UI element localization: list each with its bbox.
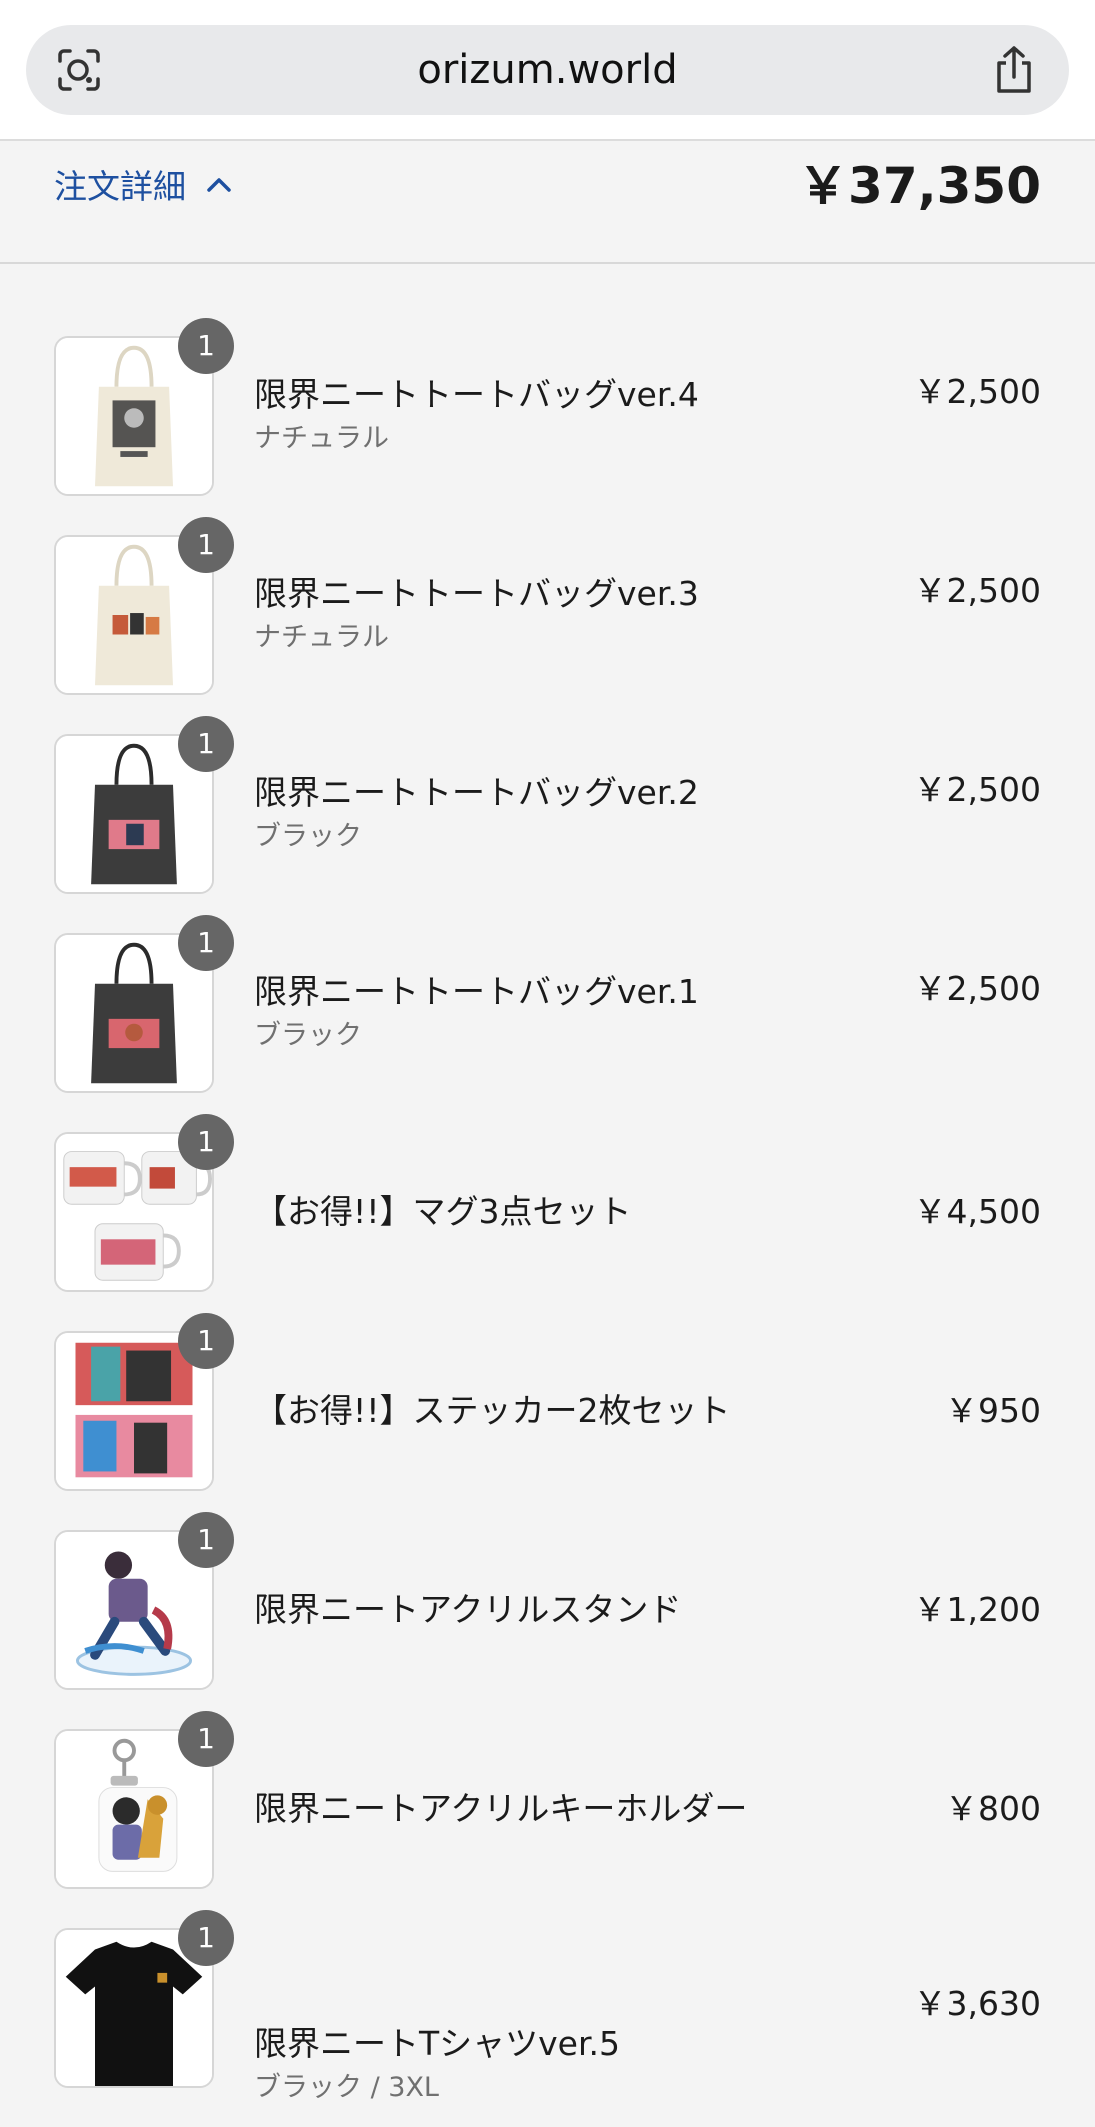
item-price: ￥4,500 xyxy=(913,1192,1041,1231)
item-title: 限界ニートアクリルスタンド xyxy=(254,1590,682,1629)
quantity-badge: 1 xyxy=(178,1114,234,1170)
item-variant: ブラック / 3XL xyxy=(254,2072,439,2103)
quantity-badge: 1 xyxy=(178,517,234,573)
chevron-up-icon xyxy=(207,178,231,192)
list-item: 1 限界ニートアクリルスタンド ￥1,200 xyxy=(0,1512,1095,1729)
list-item: 1 限界ニートアクリルキーホルダー ￥800 xyxy=(0,1711,1095,1928)
item-price: ￥950 xyxy=(945,1391,1041,1430)
list-item: 1 限界ニートトートバッグver.1 ブラック ￥2,500 xyxy=(0,915,1095,1132)
quantity-badge: 1 xyxy=(178,716,234,772)
url-field[interactable]: orizum.world xyxy=(26,25,1069,115)
item-title: 【お得!!】マグ3点セット xyxy=(254,1192,632,1231)
item-price: ￥2,500 xyxy=(913,372,1041,411)
order-details-toggle[interactable]: 注文詳細 xyxy=(54,159,232,209)
item-price: ￥2,500 xyxy=(913,770,1041,809)
item-variant: ナチュラル xyxy=(254,622,389,653)
browser-address-bar: orizum.world xyxy=(0,0,1095,141)
item-variant: ナチュラル xyxy=(254,423,389,454)
item-title: 限界ニートアクリルキーホルダー xyxy=(254,1789,748,1828)
item-title: 限界ニートトートバッグver.3 xyxy=(254,574,699,613)
order-total: ￥37,350 xyxy=(798,157,1041,215)
list-item: 1 限界ニートトートバッグver.4 ナチュラル ￥2,500 xyxy=(0,318,1095,535)
item-title: 限界ニートトートバッグver.2 xyxy=(254,773,699,812)
item-title: 限界ニートトートバッグver.1 xyxy=(254,972,699,1011)
item-price: ￥800 xyxy=(945,1789,1041,1828)
item-price: ￥2,500 xyxy=(913,571,1041,610)
quantity-badge: 1 xyxy=(178,1711,234,1767)
item-price: ￥1,200 xyxy=(913,1590,1041,1629)
list-item: 1 限界ニートTシャツver.5 ブラック / 3XL ￥3,630 xyxy=(0,1910,1095,2127)
share-icon[interactable] xyxy=(991,45,1037,95)
quantity-badge: 1 xyxy=(178,1313,234,1369)
quantity-badge: 1 xyxy=(178,1512,234,1568)
order-summary-bar: 注文詳細 ￥37,350 xyxy=(0,141,1095,264)
order-details-label: 注文詳細 xyxy=(54,167,186,206)
item-variant: ブラック xyxy=(254,1020,362,1051)
item-price: ￥3,630 xyxy=(913,1984,1041,2023)
list-item: 1 【お得!!】マグ3点セット ￥4,500 xyxy=(0,1114,1095,1331)
list-item: 1 限界ニートトートバッグver.2 ブラック ￥2,500 xyxy=(0,716,1095,933)
item-price: ￥2,500 xyxy=(913,969,1041,1008)
item-title: 限界ニートトートバッグver.4 xyxy=(254,375,699,414)
url-text: orizum.world xyxy=(417,47,678,93)
quantity-badge: 1 xyxy=(178,318,234,374)
item-title: 限界ニートTシャツver.5 xyxy=(254,2024,621,2063)
quantity-badge: 1 xyxy=(178,1910,234,1966)
quantity-badge: 1 xyxy=(178,915,234,971)
item-title: 【お得!!】ステッカー2枚セット xyxy=(254,1391,731,1430)
list-item: 1 限界ニートトートバッグver.3 ナチュラル ￥2,500 xyxy=(0,517,1095,734)
item-variant: ブラック xyxy=(254,821,362,852)
list-item: 1 【お得!!】ステッカー2枚セット ￥950 xyxy=(0,1313,1095,1530)
